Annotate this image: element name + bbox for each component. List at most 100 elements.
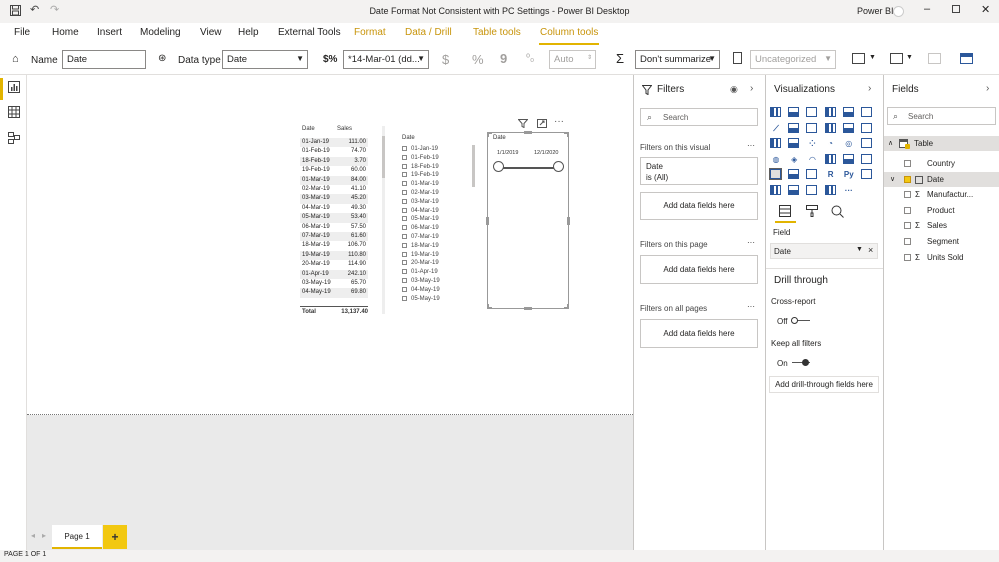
range-start-handle[interactable] [493,161,504,172]
clustered-bar-icon[interactable] [806,107,818,117]
qa-icon[interactable] [788,184,800,195]
field-item[interactable]: Country [884,156,999,171]
slicer-checkbox[interactable] [402,251,407,257]
slicer-checkbox[interactable] [402,269,407,275]
slicer-item[interactable]: 19-Feb-19 [402,171,439,180]
tab-insert[interactable]: Insert [97,27,122,45]
table-row[interactable]: 06-Mar-19 57.50 [300,223,368,232]
slicer-item[interactable]: 07-Mar-19 [402,233,439,242]
report-page[interactable]: Date Sales 01-Jan-19 111.00 01-Feb-19 74.70… [27,75,633,415]
table-row[interactable]: 01-Apr-19 242.10 [300,269,368,279]
line-column-icon[interactable] [824,122,836,133]
resize-handle[interactable] [486,217,489,225]
table-row[interactable]: 18-Mar-19 106.70 [300,241,368,250]
area-chart-icon[interactable] [788,122,800,133]
resize-handle[interactable] [524,131,532,134]
table-visual[interactable]: Date Sales 01-Jan-19 111.00 01-Feb-19 74.70… [300,122,388,318]
field-checkbox[interactable] [904,222,911,230]
filters-search-box[interactable]: ⌕ Search [640,108,758,126]
tab-help[interactable]: Help [238,27,259,45]
line-clustered-icon[interactable] [842,122,854,133]
field-item[interactable]: Product [884,203,999,218]
table-row[interactable]: 20-Mar-19 114.90 [300,260,368,269]
slicer-checkbox[interactable] [402,172,407,178]
range-start-value[interactable]: 1/1/2019 [497,150,518,156]
resize-handle[interactable] [564,304,569,309]
close-icon[interactable]: ✕ [981,3,990,16]
comma-button[interactable]: 9 [500,51,507,66]
collapse-fields-icon[interactable]: › [986,83,989,94]
cross-report-toggle[interactable] [791,317,798,324]
format-select[interactable]: *14-Mar-01 (dd... ▼ [343,50,429,69]
slicer-item[interactable]: 05-Mar-19 [402,215,439,224]
slicer-checkbox[interactable] [402,198,407,204]
field-item[interactable]: ∨ Date [884,171,999,187]
data-type-select[interactable]: Date ▼ [222,50,308,69]
field-item[interactable]: Σ Sales [884,218,999,233]
format-paint-roller-icon[interactable] [806,205,818,217]
percent-button[interactable]: % [472,52,484,67]
donut-icon[interactable]: ◎ [843,138,855,150]
stacked-column-icon[interactable] [788,107,800,117]
key-influencers-icon[interactable] [861,169,872,179]
paginated-icon[interactable] [824,184,836,195]
resize-handle[interactable] [487,304,492,309]
line-chart-icon[interactable]: ⟋ [770,123,782,135]
table-row[interactable]: 01-Jan-19 111.00 [300,138,368,148]
slicer-item[interactable]: 04-Mar-19 [402,207,439,216]
more-options-icon[interactable]: ··· [747,238,755,247]
add-page-button[interactable]: + [103,525,127,549]
table-row[interactable]: 19-Feb-19 60.00 [300,166,368,175]
more-visuals-icon[interactable]: ··· [843,185,855,197]
visual-add-fields-well[interactable]: Add data fields here [640,192,758,220]
decomposition-tree-icon[interactable] [770,184,781,195]
slicer-checkbox[interactable] [402,216,407,222]
report-view-icon[interactable] [8,81,20,93]
name-input[interactable]: Date [62,50,146,69]
table-header-date[interactable]: Date [302,126,315,132]
slicer-checkbox[interactable] [402,225,407,231]
slicer-item[interactable]: 04-May-19 [402,286,440,295]
more-options-icon[interactable]: ··· [747,302,755,311]
slicer-item[interactable]: 18-Feb-19 [402,163,439,172]
python-visual-icon[interactable]: Py [843,169,855,181]
model-view-icon[interactable] [8,132,20,144]
field-item[interactable]: Σ Manufactur... [884,187,999,202]
slicer-item[interactable]: 05-May-19 [402,295,440,304]
drill-through-well[interactable]: Add drill-through fields here [769,376,879,393]
field-item[interactable]: Segment [884,234,999,249]
tab-external-tools[interactable]: External Tools [278,27,341,45]
eye-icon[interactable]: ◉ [730,84,738,95]
fields-search-box[interactable]: ⌕ Search [887,107,996,125]
slicer-scrollbar-thumb[interactable] [472,145,475,187]
data-category-select[interactable]: Uncategorized ▼ [750,50,836,69]
summarize-select[interactable]: Don't summarize ▼ [635,50,720,69]
table-row[interactable]: 19-Mar-19 110.80 [300,250,368,261]
slicer-item[interactable]: 03-Mar-19 [402,198,439,207]
focus-mode-icon[interactable] [537,119,547,128]
100-bar-icon[interactable] [842,107,854,117]
page-add-fields-well[interactable]: Add data fields here [640,255,758,284]
all-pages-add-fields-well[interactable]: Add data fields here [640,319,758,348]
decimal-places-input[interactable]: Auto ⇕ [549,50,596,69]
resize-handle[interactable] [567,217,570,225]
currency-button[interactable]: $ [442,52,449,67]
collapse-filters-icon[interactable]: › [750,83,753,94]
table-row[interactable]: 07-Mar-19 61.60 [300,232,368,242]
field-checkbox[interactable] [904,191,911,199]
slicer-item[interactable]: 18-Mar-19 [402,242,439,251]
resize-handle[interactable] [487,132,492,137]
table-row[interactable]: 04-Mar-19 49.30 [300,204,368,213]
chevron-down-icon[interactable]: ∨ [890,172,895,187]
chevron-left-icon[interactable]: ◂ [31,531,35,540]
table-row[interactable]: 01-Mar-19 84.00 [300,175,368,185]
keep-filters-toggle[interactable] [802,359,809,366]
waterfall-icon[interactable] [770,138,781,148]
slicer-checkbox[interactable] [402,286,407,292]
tab-table-tools[interactable]: Table tools [473,27,521,45]
remove-field-icon[interactable]: × [868,245,873,255]
chevron-down-icon[interactable]: ▼ [856,246,863,253]
slicer-checkbox[interactable] [402,154,407,160]
report-canvas[interactable]: Date Sales 01-Jan-19 111.00 01-Feb-19 74.70… [27,75,633,550]
slicer-item[interactable]: 01-Mar-19 [402,180,439,189]
